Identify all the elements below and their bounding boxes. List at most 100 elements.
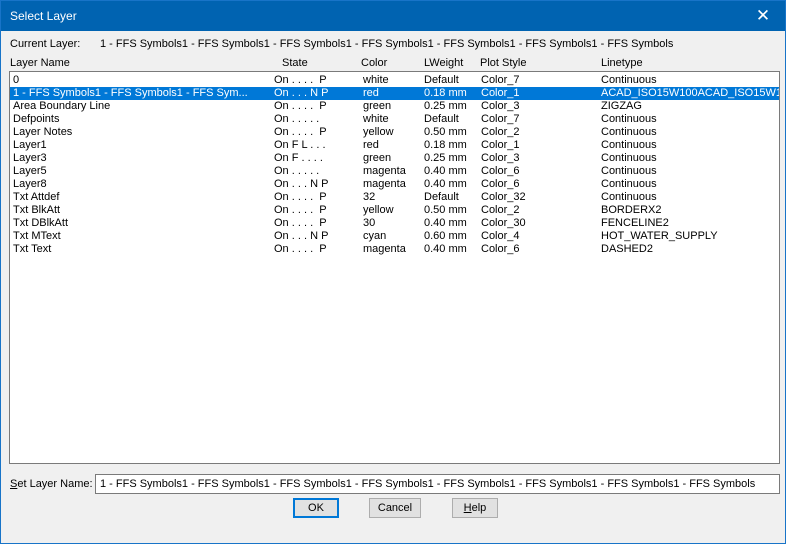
cell-layer-name: Txt Attdef: [13, 191, 60, 203]
cell-state: On . . . . P: [274, 204, 327, 216]
cell-lweight: 0.25 mm: [424, 152, 467, 164]
column-header-color[interactable]: Color: [361, 57, 387, 69]
cell-lweight: 0.18 mm: [424, 87, 467, 99]
layer-row[interactable]: Layer8 On . . . N P magenta 0.40 mm Color_6 C…: [10, 178, 779, 191]
mnemonic: H: [463, 502, 472, 514]
cell-linetype: HOT_WATER_SUPPLY: [601, 230, 718, 242]
cell-lweight: Default: [424, 74, 459, 86]
cell-plot-style: Color_4: [481, 230, 520, 242]
layer-row[interactable]: Layer5 On . . . . . magenta 0.40 mm Color_6 C…: [10, 165, 779, 178]
cell-plot-style: Color_1: [481, 87, 520, 99]
cell-plot-style: Color_7: [481, 74, 520, 86]
layer-row[interactable]: Txt DBlkAtt On . . . . P 30 0.40 mm Color_30…: [10, 217, 779, 230]
cell-lweight: 0.60 mm: [424, 230, 467, 242]
cell-color: red: [363, 87, 379, 99]
cell-lweight: 0.40 mm: [424, 178, 467, 190]
cell-state: On . . . . P: [274, 191, 327, 203]
cell-plot-style: Color_6: [481, 178, 520, 190]
help-button[interactable]: Help: [452, 498, 498, 518]
cell-state: On . . . . P: [274, 126, 327, 138]
ok-button[interactable]: OK: [293, 498, 339, 518]
select-layer-dialog: Select Layer ✕ Current Layer: 1 - FFS Sy…: [0, 0, 786, 544]
column-header-state[interactable]: State: [282, 57, 308, 69]
layer-row[interactable]: Txt BlkAtt On . . . . P yellow 0.50 mm Color…: [10, 204, 779, 217]
current-layer-value: 1 - FFS Symbols1 - FFS Symbols1 - FFS Sy…: [100, 38, 674, 50]
cell-plot-style: Color_32: [481, 191, 526, 203]
layer-row[interactable]: Txt Attdef On . . . . P 32 Default Color_32 C…: [10, 191, 779, 204]
cell-lweight: Default: [424, 191, 459, 203]
cell-linetype: Continuous: [601, 152, 657, 164]
cell-plot-style: Color_2: [481, 204, 520, 216]
layer-row[interactable]: Layer1 On F L . . . red 0.18 mm Color_1 Conti…: [10, 139, 779, 152]
column-header-lweight[interactable]: LWeight: [424, 57, 463, 69]
dialog-title: Select Layer: [10, 9, 77, 23]
cancel-button[interactable]: Cancel: [369, 498, 421, 518]
cell-state: On F L . . .: [274, 139, 326, 151]
cell-linetype: BORDERX2: [601, 204, 662, 216]
cell-linetype: DASHED2: [601, 243, 653, 255]
current-layer-label: Current Layer:: [10, 38, 81, 50]
cell-lweight: 0.40 mm: [424, 243, 467, 255]
cell-state: On . . . N P: [274, 87, 329, 99]
cell-layer-name: Defpoints: [13, 113, 60, 125]
cell-state: On . . . . .: [274, 165, 320, 177]
cell-plot-style: Color_2: [481, 126, 520, 138]
cell-lweight: 0.25 mm: [424, 100, 467, 112]
label-text: et Layer Name:: [17, 478, 93, 490]
cell-color: yellow: [363, 126, 394, 138]
layer-row[interactable]: Defpoints On . . . . . white Default Color_7…: [10, 113, 779, 126]
cell-layer-name: 1 - FFS Symbols1 - FFS Symbols1 - FFS Sy…: [13, 87, 248, 99]
layer-row[interactable]: Layer3 On F . . . . green 0.25 mm Color_3 Con…: [10, 152, 779, 165]
cell-color: white: [363, 113, 389, 125]
close-icon[interactable]: ✕: [741, 1, 785, 31]
cell-state: On . . . . .: [274, 113, 320, 125]
cell-layer-name: Txt BlkAtt: [13, 204, 61, 216]
cell-plot-style: Color_1: [481, 139, 520, 151]
set-layer-name-label: Set Layer Name:: [10, 478, 93, 490]
label-text: elp: [471, 502, 487, 514]
column-header-layer-name[interactable]: Layer Name: [10, 57, 70, 69]
cell-linetype: Continuous: [601, 139, 657, 151]
cell-color: 30: [363, 217, 376, 229]
cell-linetype: ZIGZAG: [601, 100, 642, 112]
cell-layer-name: Layer1: [13, 139, 47, 151]
column-header-plot-style[interactable]: Plot Style: [480, 57, 526, 69]
cell-color: magenta: [363, 165, 406, 177]
column-header-linetype[interactable]: Linetype: [601, 57, 643, 69]
layer-list[interactable]: 0 On . . . . P white Default Color_7 Continuo…: [9, 71, 780, 464]
layer-row[interactable]: Area Boundary Line On . . . . P green 0.25 …: [10, 100, 779, 113]
cell-plot-style: Color_30: [481, 217, 526, 229]
cell-linetype: ACAD_ISO15W100ACAD_ISO15W100: [601, 87, 779, 99]
cell-layer-name: Layer5: [13, 165, 47, 177]
layer-row[interactable]: 0 On . . . . P white Default Color_7 Continuo…: [10, 74, 779, 87]
cell-color: magenta: [363, 178, 406, 190]
cell-state: On . . . . P: [274, 100, 327, 112]
cell-state: On . . . . P: [274, 243, 327, 255]
cell-lweight: 0.50 mm: [424, 126, 467, 138]
cell-linetype: Continuous: [601, 113, 657, 125]
cell-lweight: Default: [424, 113, 459, 125]
cell-linetype: Continuous: [601, 191, 657, 203]
cell-layer-name: Txt DBlkAtt: [13, 217, 69, 229]
cell-lweight: 0.18 mm: [424, 139, 467, 151]
cell-plot-style: Color_6: [481, 165, 520, 177]
cell-color: green: [363, 100, 392, 112]
cell-color: red: [363, 139, 379, 151]
cell-layer-name: Area Boundary Line: [13, 100, 111, 112]
cell-color: green: [363, 152, 392, 164]
layer-row[interactable]: Txt Text On . . . . P magenta 0.40 mm Color_…: [10, 243, 779, 256]
cell-layer-name: Txt Text: [13, 243, 52, 255]
set-layer-name-input[interactable]: 1 - FFS Symbols1 - FFS Symbols1 - FFS Sy…: [95, 474, 780, 494]
cell-lweight: 0.40 mm: [424, 217, 467, 229]
cell-state: On . . . N P: [274, 178, 329, 190]
layer-row[interactable]: Txt MText On . . . N P cyan 0.60 mm Color_4 H…: [10, 230, 779, 243]
cell-state: On F . . . .: [274, 152, 323, 164]
title-bar: Select Layer ✕: [1, 1, 785, 31]
cell-linetype: Continuous: [601, 178, 657, 190]
cell-plot-style: Color_7: [481, 113, 520, 125]
cell-color: magenta: [363, 243, 406, 255]
cell-layer-name: Layer8: [13, 178, 47, 190]
layer-row[interactable]: Layer Notes On . . . . P yellow 0.50 mm Colo…: [10, 126, 779, 139]
cell-lweight: 0.40 mm: [424, 165, 467, 177]
layer-row[interactable]: 1 - FFS Symbols1 - FFS Symbols1 - FFS Sy…: [10, 87, 779, 100]
